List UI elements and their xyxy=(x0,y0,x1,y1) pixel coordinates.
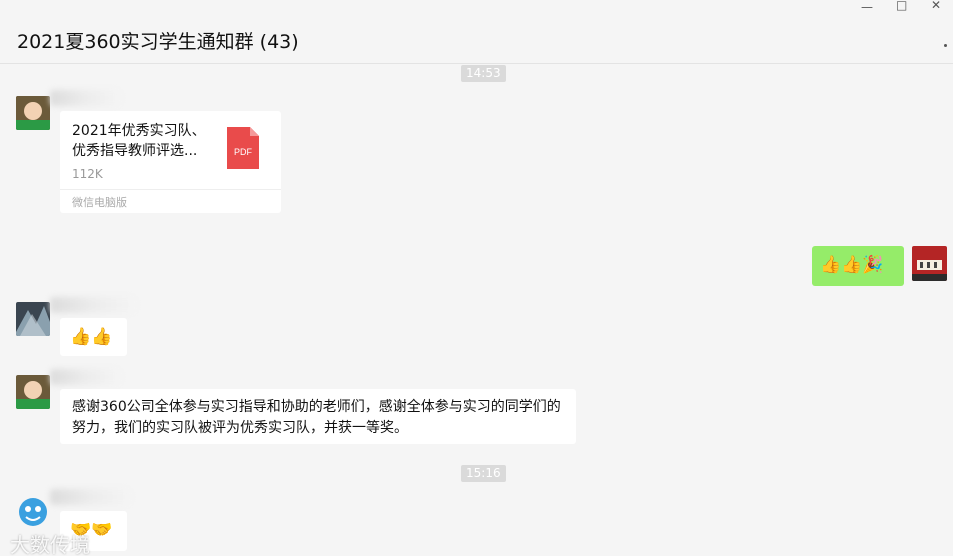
file-name: 2021年优秀实习队、优秀指导教师评选... xyxy=(72,123,206,159)
emoji-text: 👍👍🎉 xyxy=(820,255,884,275)
pdf-icon-label: PDF xyxy=(234,147,253,157)
emoji-text: 👍👍 xyxy=(70,327,113,347)
timestamp: 14:53 xyxy=(461,65,506,82)
self-emoji-message[interactable]: 👍👍🎉 xyxy=(812,246,904,286)
message-text: 感谢360公司全体参与实习指导和协助的老师们，感谢全体参与实习的同学们的努力，我… xyxy=(72,399,561,436)
file-size: 112K xyxy=(72,167,103,181)
file-message[interactable]: 2021年优秀实习队、优秀指导教师评选... 112K PDF 微信电脑版 xyxy=(60,111,281,213)
avatar-image xyxy=(16,96,50,130)
avatar-image xyxy=(16,302,50,336)
chat-header: 2021夏360实习学生通知群 (43) — □ ✕ xyxy=(0,0,953,64)
more-options-icon[interactable] xyxy=(944,44,947,47)
sender-name-blurred xyxy=(50,297,135,313)
sender-name-blurred xyxy=(50,489,130,505)
timestamp: 15:16 xyxy=(461,465,506,482)
close-button[interactable]: ✕ xyxy=(931,0,941,11)
avatar[interactable] xyxy=(16,375,50,409)
watermark: 大数传境 xyxy=(10,533,90,556)
file-source: 微信电脑版 xyxy=(72,196,127,209)
avatar-image xyxy=(16,496,50,530)
divider xyxy=(60,189,281,190)
scrollbar[interactable] xyxy=(953,0,967,556)
self-avatar[interactable] xyxy=(912,246,947,281)
avatar[interactable] xyxy=(16,496,50,530)
sender-name-blurred xyxy=(50,90,120,106)
chat-window: 2021夏360实习学生通知群 (43) — □ ✕ 14:53 2021年优秀… xyxy=(0,0,953,556)
minimize-button[interactable]: — xyxy=(861,1,873,13)
sender-name-blurred xyxy=(50,369,120,385)
emoji-message[interactable]: 👍👍 xyxy=(60,318,127,356)
avatar[interactable] xyxy=(16,96,50,130)
self-avatar-image xyxy=(912,246,947,281)
text-message[interactable]: 感谢360公司全体参与实习指导和协助的老师们，感谢全体参与实习的同学们的努力，我… xyxy=(60,389,576,444)
avatar-image xyxy=(16,375,50,409)
avatar[interactable] xyxy=(16,302,50,336)
chat-title: 2021夏360实习学生通知群 (43) xyxy=(17,31,299,53)
maximize-button[interactable]: □ xyxy=(896,0,907,11)
pdf-file-icon: PDF xyxy=(227,127,259,169)
